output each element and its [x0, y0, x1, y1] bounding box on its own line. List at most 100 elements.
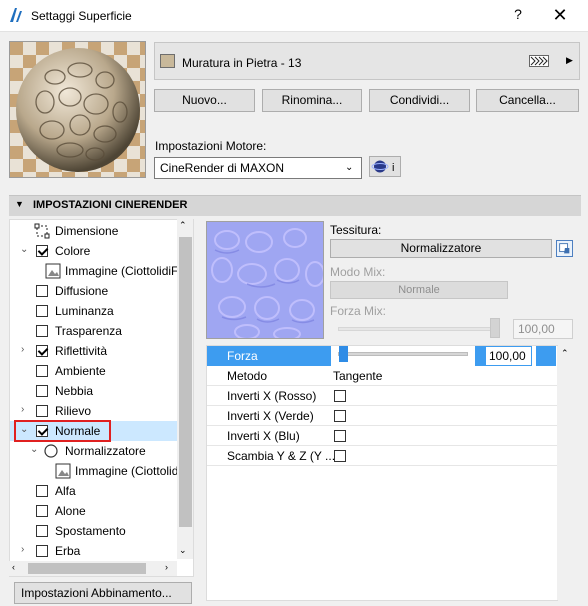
tree-item-riflettivita[interactable]: › Riflettività: [10, 341, 178, 361]
texture-shader-button[interactable]: Normalizzatore: [330, 239, 552, 258]
new-button[interactable]: Nuovo...: [154, 89, 255, 112]
scroll-up-icon[interactable]: ⌃: [179, 220, 187, 231]
chevron-right-icon[interactable]: ›: [21, 544, 24, 555]
strength-input[interactable]: 100,00: [485, 346, 532, 366]
scroll-right-icon[interactable]: ›: [165, 562, 168, 572]
hatch-pattern-icon[interactable]: [529, 55, 549, 67]
share-button[interactable]: Condividi...: [369, 89, 470, 112]
mix-strength-label: Forza Mix:: [330, 304, 387, 318]
invert-x-green-row[interactable]: Inverti X (Verde): [207, 406, 557, 426]
texture-label: Tessitura:: [330, 223, 382, 237]
checkbox[interactable]: [36, 405, 48, 417]
chevron-down-icon[interactable]: ⌄: [345, 157, 353, 179]
engine-label: Impostazioni Motore:: [155, 139, 267, 153]
tree-item-label: Luminanza: [55, 304, 114, 318]
pattern-caret-icon[interactable]: ▶: [566, 55, 573, 66]
method-label: Metodo: [227, 369, 268, 383]
swap-yz-label: Scambia Y & Z (Y ...: [227, 449, 336, 463]
tree-item-label: Alone: [55, 504, 86, 518]
checkbox[interactable]: [36, 305, 48, 317]
method-value[interactable]: Tangente: [333, 369, 382, 383]
section-title: IMPOSTAZIONI CINERENDER: [33, 199, 188, 211]
material-preview: [9, 41, 146, 178]
collapse-triangle-icon[interactable]: ▼: [15, 199, 24, 209]
engine-select[interactable]: CineRender di MAXON: [154, 157, 362, 179]
checkbox[interactable]: [36, 345, 48, 357]
swap-yz-checkbox[interactable]: [334, 450, 346, 462]
method-row[interactable]: Metodo Tangente: [207, 366, 557, 386]
tree-scroll-thumb[interactable]: [179, 237, 192, 527]
properties-scrollbar[interactable]: [557, 346, 573, 600]
tree-item-label: Riflettività: [55, 344, 108, 358]
invert-x-green-checkbox[interactable]: [334, 410, 346, 422]
invert-x-red-row[interactable]: Inverti X (Rosso): [207, 386, 557, 406]
tree-item-label: Colore: [55, 244, 91, 258]
tree-item-rilievo[interactable]: › Rilievo: [10, 401, 178, 421]
invert-x-red-checkbox[interactable]: [334, 390, 346, 402]
tree-hscroll-thumb[interactable]: [28, 563, 146, 574]
chevron-right-icon[interactable]: ›: [21, 344, 24, 355]
image-icon: [55, 463, 71, 479]
matching-settings-button[interactable]: Impostazioni Abbinamento...: [14, 582, 192, 604]
material-swatch: [160, 54, 175, 68]
invert-x-green-label: Inverti X (Verde): [227, 409, 314, 423]
strength-slider-thumb[interactable]: [339, 346, 348, 362]
rename-button[interactable]: Rinomina...: [262, 89, 362, 112]
tree-item-luminanza[interactable]: Luminanza: [10, 301, 178, 321]
chevron-down-icon[interactable]: ⌄: [30, 444, 38, 455]
delete-button[interactable]: Cancella...: [476, 89, 579, 112]
tree-item-trasparenza[interactable]: Trasparenza: [10, 321, 178, 341]
checkbox[interactable]: [36, 505, 48, 517]
texture-options-icon[interactable]: [556, 240, 573, 257]
invert-x-blue-row[interactable]: Inverti X (Blu): [207, 426, 557, 446]
tree-item-label: Immagine (CiottolidiFi: [65, 264, 182, 278]
tree-item-ambiente[interactable]: Ambiente: [10, 361, 178, 381]
tree-item-label: Immagine (Ciottolidi: [75, 464, 182, 478]
invert-x-blue-checkbox[interactable]: [334, 430, 346, 442]
tree-item-label: Erba: [55, 544, 81, 558]
tree-item-label: Rilievo: [55, 404, 92, 418]
tree-item-label: Nebbia: [55, 384, 94, 398]
tree-item-label: Alfa: [55, 484, 76, 498]
checkbox[interactable]: [36, 245, 48, 257]
engine-info-button[interactable]: i: [369, 156, 401, 177]
tree-item-alone[interactable]: Alone: [10, 501, 178, 521]
swap-yz-row[interactable]: Scambia Y & Z (Y ...: [207, 446, 557, 466]
checkbox[interactable]: [36, 485, 48, 497]
tree-item-immagine-colore[interactable]: Immagine (CiottolidiFi: [10, 261, 182, 281]
tree-item-immagine-normale[interactable]: Immagine (Ciottolidi: [10, 461, 182, 481]
channel-tree: Dimensione ⌄ Colore Immagine (Ciottolidi…: [9, 219, 194, 577]
svg-text:i: i: [392, 162, 394, 174]
window-title: Settaggi Superficie: [31, 9, 132, 23]
chevron-down-icon[interactable]: ⌄: [20, 244, 28, 255]
mix-strength-slider-track: [338, 327, 498, 331]
checkbox[interactable]: [36, 385, 48, 397]
tree-item-erba[interactable]: › Erba: [10, 541, 178, 561]
normal-map-preview: [206, 221, 324, 339]
tree-item-normalizzatore[interactable]: ⌄ Normalizzatore: [10, 441, 178, 461]
tree-item-nebbia[interactable]: Nebbia: [10, 381, 178, 401]
strength-row-selected[interactable]: [207, 346, 331, 366]
tree-item-colore[interactable]: ⌄ Colore: [10, 241, 178, 261]
checkbox[interactable]: [36, 365, 48, 377]
checkbox[interactable]: [36, 325, 48, 337]
scroll-up-icon[interactable]: ⌃: [561, 348, 569, 359]
chevron-right-icon[interactable]: ›: [21, 404, 24, 415]
mix-mode-select: Normale: [330, 281, 508, 299]
checkbox[interactable]: [36, 285, 48, 297]
tree-item-label: Dimensione: [55, 224, 119, 238]
strength-slider-track[interactable]: [338, 352, 468, 356]
tree-item-dimensione[interactable]: Dimensione: [10, 221, 178, 241]
checkbox[interactable]: [36, 545, 48, 557]
scroll-left-icon[interactable]: ‹: [12, 562, 15, 572]
shader-circle-icon: [44, 444, 58, 458]
tree-item-diffusione[interactable]: Diffusione: [10, 281, 178, 301]
tree-item-spostamento[interactable]: Spostamento: [10, 521, 178, 541]
close-button[interactable]: ✕: [548, 4, 572, 28]
archicad-app-icon: [10, 8, 22, 22]
tree-item-alfa[interactable]: Alfa: [10, 481, 178, 501]
material-name: Muratura in Pietra - 13: [182, 56, 302, 70]
checkbox[interactable]: [36, 525, 48, 537]
scroll-down-icon[interactable]: ⌄: [179, 545, 187, 556]
help-button[interactable]: ?: [508, 6, 528, 26]
